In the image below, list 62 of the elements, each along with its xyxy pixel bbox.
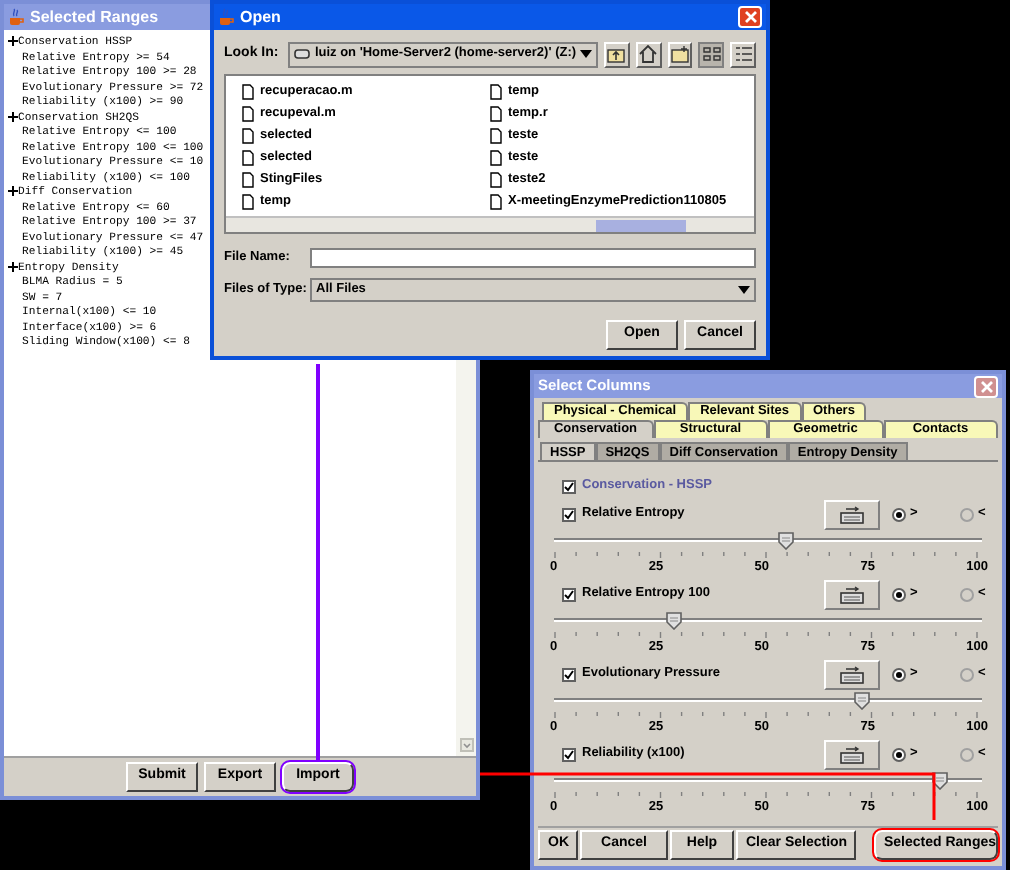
- list-view-button[interactable]: [698, 41, 725, 67]
- scrollbar-thumb[interactable]: [596, 219, 686, 231]
- radio-button[interactable]: [892, 747, 906, 761]
- plus-icon: [8, 261, 18, 272]
- down-arrow-icon: [459, 738, 473, 752]
- file-name-field[interactable]: [310, 248, 756, 268]
- check-icon: [564, 669, 574, 679]
- plus-icon: [8, 36, 18, 47]
- drive-icon: [294, 48, 311, 60]
- slider-track[interactable]: [554, 692, 982, 712]
- keyboard-icon: [840, 665, 864, 683]
- checkbox[interactable]: [562, 479, 576, 493]
- radio-button[interactable]: [892, 667, 906, 681]
- plus-icon: [8, 186, 18, 197]
- up-folder-button[interactable]: [604, 41, 630, 67]
- check-icon: [564, 509, 574, 519]
- close-icon: [743, 10, 757, 24]
- horizontal-scrollbar[interactable]: [226, 216, 754, 232]
- list-view-icon: [701, 44, 722, 64]
- new-folder-icon: [670, 44, 691, 64]
- caret-icon: [738, 285, 750, 293]
- slider-track[interactable]: [554, 532, 982, 552]
- close-button[interactable]: [974, 375, 998, 397]
- slider-thumb[interactable]: [854, 692, 871, 710]
- value-button[interactable]: [824, 499, 880, 529]
- value-button[interactable]: [824, 739, 880, 769]
- radio-button[interactable]: [960, 667, 974, 681]
- window-title: Open: [240, 5, 283, 29]
- radio-button[interactable]: [892, 587, 906, 601]
- close-button[interactable]: [738, 6, 762, 28]
- keyboard-icon: [840, 745, 864, 763]
- checkbox[interactable]: [562, 667, 576, 681]
- window-title: Selected Ranges: [30, 5, 159, 29]
- keyboard-icon: [840, 585, 864, 603]
- slider-track[interactable]: [554, 772, 982, 792]
- slider-thumb[interactable]: [777, 532, 794, 550]
- plus-icon: [8, 111, 18, 122]
- checkbox[interactable]: [562, 507, 576, 521]
- keyboard-icon: [840, 505, 864, 523]
- checkbox[interactable]: [562, 587, 576, 601]
- cup-icon: [218, 8, 234, 26]
- cup-icon: [8, 8, 24, 26]
- radio-button[interactable]: [960, 507, 974, 521]
- home-button[interactable]: [635, 41, 662, 67]
- checkbox[interactable]: [562, 747, 576, 761]
- details-view-button[interactable]: [730, 41, 757, 67]
- close-icon: [979, 379, 993, 393]
- radio-button[interactable]: [960, 587, 974, 601]
- check-icon: [564, 481, 574, 491]
- value-button[interactable]: [824, 659, 880, 689]
- value-button[interactable]: [824, 579, 880, 609]
- slider-thumb[interactable]: [665, 612, 682, 630]
- new-folder-button[interactable]: [667, 41, 693, 67]
- radio-button[interactable]: [960, 747, 974, 761]
- radio-button[interactable]: [892, 507, 906, 521]
- caret-icon: [580, 50, 593, 58]
- details-view-icon: [733, 44, 754, 64]
- check-icon: [564, 589, 574, 599]
- home-icon: [638, 44, 659, 64]
- slider-track[interactable]: [554, 612, 982, 632]
- check-icon: [564, 749, 574, 759]
- folder-up-icon: [606, 44, 627, 64]
